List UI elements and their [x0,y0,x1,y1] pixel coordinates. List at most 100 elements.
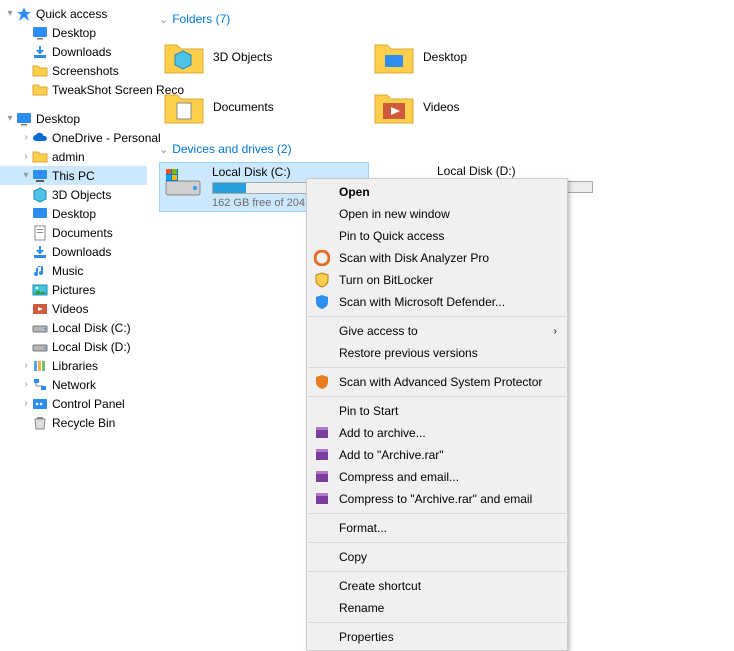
user-icon [32,149,48,165]
tree-admin[interactable]: › admin [0,147,147,166]
tree-onedrive[interactable]: › OneDrive - Personal [0,128,147,147]
drive-name: Local Disk (D:) [437,164,593,178]
drive-name: Local Disk (C:) [212,165,366,179]
tree-label: Quick access [36,7,107,21]
tree-label: Network [52,378,96,392]
menu-separator [308,513,566,514]
desktop-icon [32,25,48,41]
tree-label: Downloads [52,245,111,259]
folder-icon [32,82,48,98]
menu-give-access[interactable]: Give access to › [307,320,567,342]
network-icon [32,377,48,393]
tree-libraries[interactable]: › Libraries [0,356,147,375]
folder-icon-documents [163,87,205,127]
menu-separator [308,367,566,368]
menu-add-archive[interactable]: Add to archive... [307,422,567,444]
tree-drive-d[interactable]: Local Disk (D:) [0,337,147,356]
tree-documents[interactable]: Documents [0,223,147,242]
tree-label: Control Panel [52,397,125,411]
quick-access[interactable]: ▾ Quick access [0,4,147,23]
tree-label: Recycle Bin [52,416,115,430]
menu-compress-email-rar[interactable]: Compress to "Archive.rar" and email [307,488,567,510]
menu-copy[interactable]: Copy [307,546,567,568]
folder-documents[interactable]: Documents [159,82,369,132]
context-menu: Open Open in new window Pin to Quick acc… [306,178,568,651]
folders-grid: 3D Objects Desktop Documents Videos [159,32,722,132]
download-icon [32,44,48,60]
tree-pictures[interactable]: Pictures [0,280,147,299]
drive-icon-c [162,165,204,205]
folder-desktop[interactable]: Desktop [369,32,579,82]
folder-label: Documents [213,100,274,114]
folder-icon-desktop [373,37,415,77]
tree-3d-objects[interactable]: 3D Objects [0,185,147,204]
tree-label: admin [52,150,85,164]
tree-label: Pictures [52,283,95,297]
chevron-right-icon: › [554,326,557,337]
drive-icon [32,339,48,355]
menu-pin-start[interactable]: Pin to Start [307,400,567,422]
folder-icon-3d [163,37,205,77]
tree-this-pc[interactable]: ▾ This PC [0,166,147,185]
tree-label: Desktop [36,112,80,126]
tree-label: Desktop [52,207,96,221]
tree-desktop[interactable]: Desktop [0,23,147,42]
folder-3d-objects[interactable]: 3D Objects [159,32,369,82]
folder-videos[interactable]: Videos [369,82,579,132]
video-icon [32,301,48,317]
tree-music[interactable]: Music [0,261,147,280]
tree-label: 3D Objects [52,188,111,202]
folders-header[interactable]: ⌄ Folders (7) [159,12,722,26]
desktop-icon [16,111,32,127]
star-icon [16,6,32,22]
menu-properties[interactable]: Properties [307,626,567,648]
libraries-icon [32,358,48,374]
menu-bitlocker[interactable]: Turn on BitLocker [307,269,567,291]
tree-pc-downloads[interactable]: Downloads [0,242,147,261]
drives-header[interactable]: ⌄ Devices and drives (2) [159,142,722,156]
folder-label: 3D Objects [213,50,272,64]
menu-open[interactable]: Open [307,181,567,203]
music-icon [32,263,48,279]
winrar-icon [314,447,330,463]
tree-label: Documents [52,226,113,240]
menu-compress-email[interactable]: Compress and email... [307,466,567,488]
menu-rename[interactable]: Rename [307,597,567,619]
tree-downloads[interactable]: Downloads [0,42,147,61]
defender-icon [314,294,330,310]
recycle-icon [32,415,48,431]
menu-open-new-window[interactable]: Open in new window [307,203,567,225]
tree-pc-desktop[interactable]: Desktop [0,204,147,223]
folder-label: Videos [423,100,459,114]
menu-scan-disk-analyzer[interactable]: Scan with Disk Analyzer Pro [307,247,567,269]
menu-separator [308,622,566,623]
tree-videos[interactable]: Videos [0,299,147,318]
disk-analyzer-icon [314,250,330,266]
tree-label: Desktop [52,26,96,40]
menu-format[interactable]: Format... [307,517,567,539]
menu-add-archive-rar[interactable]: Add to "Archive.rar" [307,444,567,466]
tree-screenshots[interactable]: Screenshots [0,61,147,80]
tree-label: Music [52,264,83,278]
folder-icon [32,63,48,79]
tree-tweakshot[interactable]: TweakShot Screen Reco [0,80,147,99]
tree-network[interactable]: › Network [0,375,147,394]
tree-drive-c[interactable]: Local Disk (C:) [0,318,147,337]
folder-label: Desktop [423,50,467,64]
menu-pin-quick-access[interactable]: Pin to Quick access [307,225,567,247]
download-icon [32,244,48,260]
cube-icon [32,187,48,203]
menu-defender[interactable]: Scan with Microsoft Defender... [307,291,567,313]
chevron-down-icon: ⌄ [159,143,168,156]
menu-restore-previous[interactable]: Restore previous versions [307,342,567,364]
tree-label: This PC [52,169,95,183]
menu-separator [308,571,566,572]
tree-desktop-root[interactable]: ▾ Desktop [0,109,147,128]
tree-control-panel[interactable]: › Control Panel [0,394,147,413]
menu-scan-asp[interactable]: Scan with Advanced System Protector [307,371,567,393]
tree-label: Local Disk (C:) [52,321,131,335]
menu-create-shortcut[interactable]: Create shortcut [307,575,567,597]
shield-icon [314,272,330,288]
tree-label: Downloads [52,45,111,59]
tree-recycle-bin[interactable]: Recycle Bin [0,413,147,432]
